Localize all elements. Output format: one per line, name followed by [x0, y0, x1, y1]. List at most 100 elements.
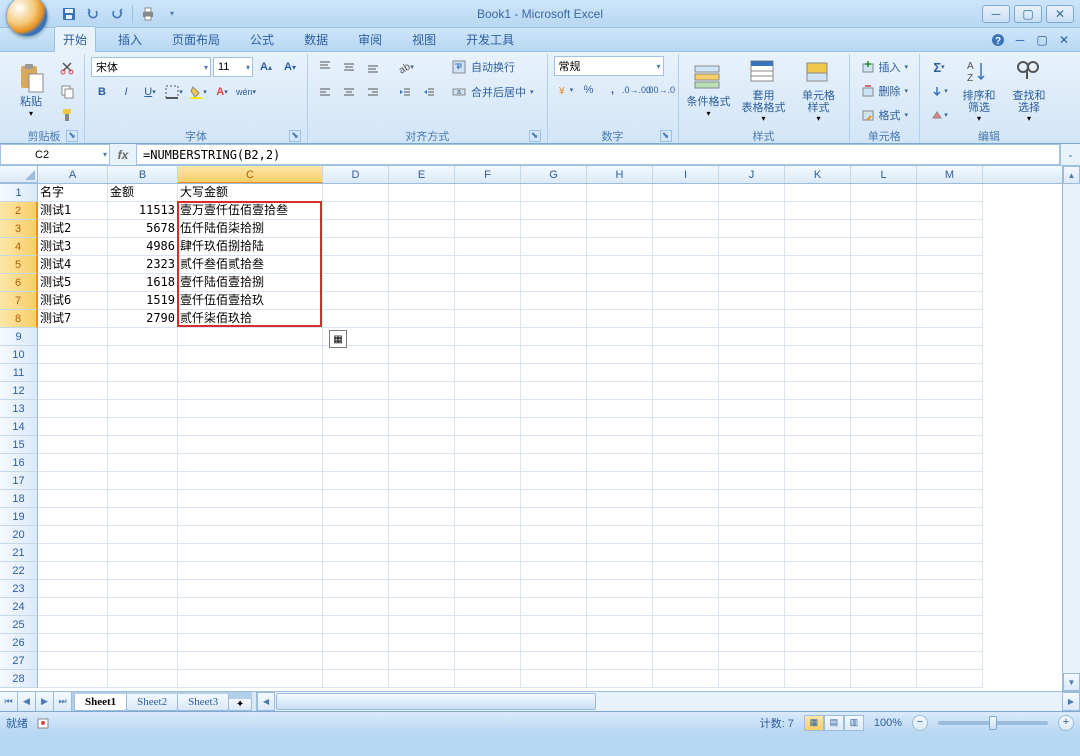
cell[interactable]	[587, 616, 653, 634]
row-header-27[interactable]: 27	[0, 652, 38, 670]
align-bot-icon[interactable]	[362, 56, 384, 78]
cell[interactable]: 壹万壹仟伍佰壹拾叁	[178, 202, 323, 220]
cell[interactable]	[917, 202, 983, 220]
tab-view[interactable]: 视图	[404, 27, 444, 51]
cell[interactable]	[917, 220, 983, 238]
cell[interactable]	[719, 256, 785, 274]
cell[interactable]	[323, 526, 389, 544]
cell[interactable]	[917, 346, 983, 364]
cell[interactable]	[178, 652, 323, 670]
tab-review[interactable]: 审阅	[350, 27, 390, 51]
cell[interactable]	[653, 634, 719, 652]
cell[interactable]	[455, 490, 521, 508]
cell[interactable]	[785, 346, 851, 364]
cell[interactable]	[851, 382, 917, 400]
cell[interactable]	[719, 616, 785, 634]
row-header-4[interactable]: 4	[0, 238, 38, 256]
doc-minimize-icon[interactable]: ─	[1012, 32, 1028, 48]
col-header-L[interactable]: L	[851, 166, 917, 183]
row-header-20[interactable]: 20	[0, 526, 38, 544]
cell[interactable]	[389, 670, 455, 688]
fx-icon[interactable]: fx	[114, 148, 132, 162]
cell[interactable]	[389, 580, 455, 598]
cell[interactable]	[521, 454, 587, 472]
cell[interactable]	[455, 436, 521, 454]
cell[interactable]	[178, 472, 323, 490]
cell[interactable]	[851, 598, 917, 616]
cell[interactable]	[917, 544, 983, 562]
cell[interactable]	[178, 436, 323, 454]
cell[interactable]	[323, 616, 389, 634]
indent-inc-icon[interactable]	[418, 81, 440, 103]
find-select-button[interactable]: 查找和 选择▾	[1006, 56, 1052, 124]
formatpainter-icon[interactable]	[56, 104, 78, 126]
cell[interactable]	[108, 598, 178, 616]
cell[interactable]	[851, 418, 917, 436]
col-header-H[interactable]: H	[587, 166, 653, 183]
cell[interactable]	[851, 328, 917, 346]
cell[interactable]	[653, 256, 719, 274]
cell[interactable]	[851, 238, 917, 256]
scroll-left-icon[interactable]: ◀	[257, 692, 275, 711]
cell[interactable]	[455, 472, 521, 490]
cell[interactable]	[389, 436, 455, 454]
col-header-C[interactable]: C	[178, 166, 323, 183]
cell[interactable]	[851, 346, 917, 364]
cell[interactable]	[719, 328, 785, 346]
sheet-nav-prev-icon[interactable]: ◀	[18, 692, 36, 711]
tab-data[interactable]: 数据	[296, 27, 336, 51]
cell[interactable]: 测试2	[38, 220, 108, 238]
format-cells-button[interactable]: 格式▾	[856, 104, 914, 126]
tab-home[interactable]: 开始	[54, 26, 96, 52]
cell[interactable]	[587, 580, 653, 598]
cell[interactable]	[719, 418, 785, 436]
cell[interactable]	[38, 562, 108, 580]
cell[interactable]	[323, 454, 389, 472]
cell[interactable]	[917, 562, 983, 580]
help-icon[interactable]: ?	[990, 32, 1006, 48]
cell[interactable]	[851, 472, 917, 490]
cell[interactable]	[521, 274, 587, 292]
cell[interactable]	[719, 508, 785, 526]
cell[interactable]	[323, 508, 389, 526]
cell[interactable]	[653, 490, 719, 508]
cell[interactable]	[455, 364, 521, 382]
row-header-16[interactable]: 16	[0, 454, 38, 472]
cell[interactable]	[917, 436, 983, 454]
cell[interactable]	[653, 292, 719, 310]
horizontal-scrollbar[interactable]: ◀ ▶	[256, 692, 1080, 711]
cell[interactable]	[323, 238, 389, 256]
vertical-scrollbar[interactable]: ▲ ▼	[1062, 166, 1080, 691]
cell[interactable]	[455, 400, 521, 418]
cell[interactable]	[719, 346, 785, 364]
cell[interactable]	[719, 202, 785, 220]
cell[interactable]	[521, 562, 587, 580]
cell[interactable]	[521, 652, 587, 670]
zoom-level[interactable]: 100%	[874, 717, 902, 729]
cell[interactable]	[521, 436, 587, 454]
cell[interactable]	[178, 670, 323, 688]
cell[interactable]	[785, 274, 851, 292]
cell[interactable]	[785, 454, 851, 472]
cell[interactable]	[521, 382, 587, 400]
cell[interactable]	[389, 562, 455, 580]
cell[interactable]	[587, 364, 653, 382]
row-header-15[interactable]: 15	[0, 436, 38, 454]
cell[interactable]	[108, 436, 178, 454]
cell[interactable]	[851, 220, 917, 238]
cell[interactable]	[455, 256, 521, 274]
cell[interactable]	[653, 346, 719, 364]
cell[interactable]	[178, 328, 323, 346]
cell[interactable]	[521, 238, 587, 256]
cell[interactable]	[455, 184, 521, 202]
col-header-A[interactable]: A	[38, 166, 108, 183]
cell[interactable]	[587, 382, 653, 400]
cell[interactable]	[917, 328, 983, 346]
cell[interactable]	[389, 274, 455, 292]
cell[interactable]	[521, 202, 587, 220]
cell[interactable]	[917, 652, 983, 670]
cell[interactable]	[178, 364, 323, 382]
cell[interactable]	[785, 616, 851, 634]
cell[interactable]	[587, 328, 653, 346]
view-pagebreak-icon[interactable]: ▥	[844, 715, 864, 731]
